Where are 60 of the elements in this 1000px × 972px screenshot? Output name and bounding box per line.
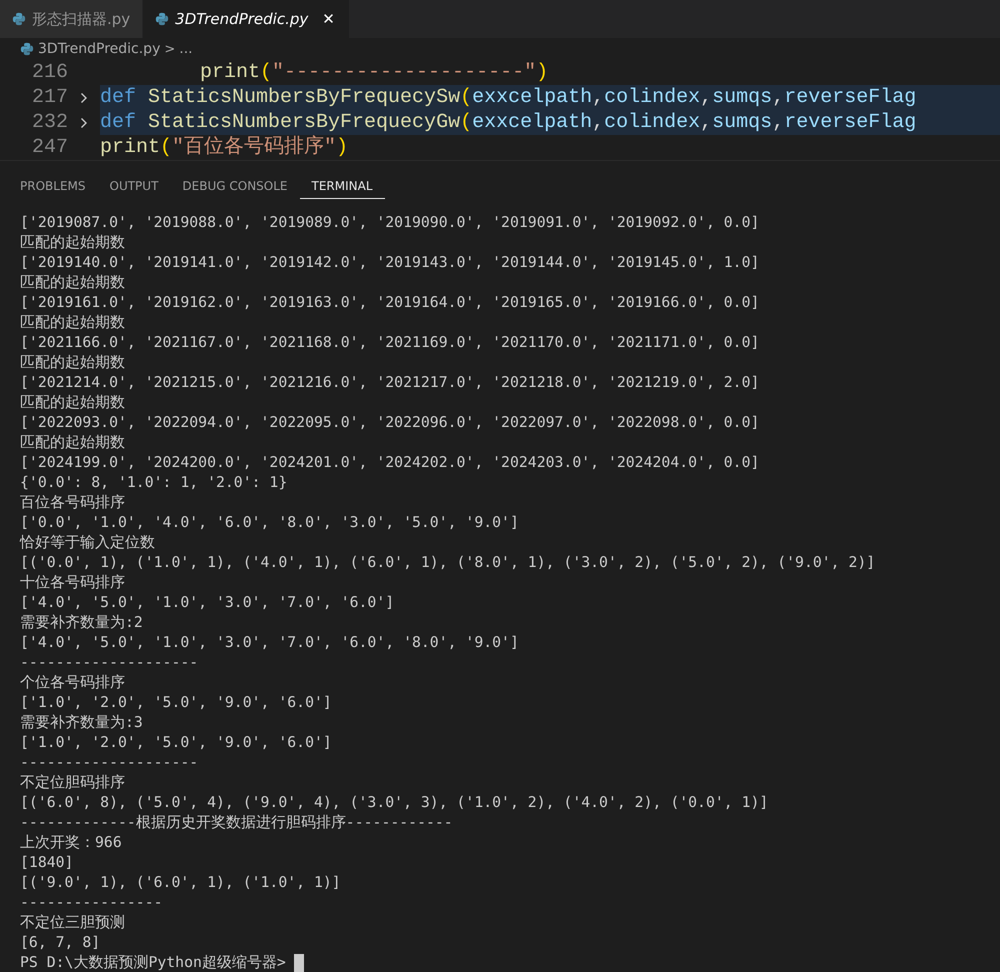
terminal-line: ['2019087.0', '2019088.0', '2019089.0', '2019090.0', '2019091.0', '2019092.0', 0.0] — [20, 213, 760, 233]
panel-tab[interactable]: DEBUG CONSOLE — [170, 173, 300, 199]
terminal-line: ['2021214.0', '2021215.0', '2021216.0', '2021217.0', '2021218.0', '2021219.0', 2.0] — [20, 373, 760, 393]
chevron-icon: > — [164, 42, 176, 56]
chevron-icon[interactable] — [80, 116, 88, 128]
terminal-line: ['1.0', '2.0', '5.0', '9.0', '6.0'] — [20, 733, 333, 753]
terminal-line: 需要补齐数量为:3 — [20, 713, 144, 733]
terminal-line: [('6.0', 8), ('5.0', 4), ('9.0', 4), ('3.0', 3), ('1.0', 2), ('4.0', 2), ('0.0', 1)] — [20, 793, 770, 813]
editor-tab[interactable]: 3DTrendPredic.py ✕ — [143, 0, 350, 38]
terminal-line: 匹配的起始期数 — [20, 313, 126, 333]
line-number: 217 — [30, 86, 68, 109]
terminal-line: ['4.0', '5.0', '1.0', '3.0', '7.0', '6.0', '8.0', '9.0'] — [20, 633, 520, 653]
terminal-line: 需要补齐数量为:2 — [20, 613, 144, 633]
terminal-line: 匹配的起始期数 — [20, 233, 126, 253]
terminal-line: -------------------- — [20, 653, 200, 673]
terminal-line: ['2021166.0', '2021167.0', '2021168.0', '2021169.0', '2021170.0', '2021171.0', 0.0] — [20, 333, 760, 353]
terminal-line: ---------------- — [20, 893, 164, 913]
python-file-icon — [12, 12, 26, 26]
terminal-line: 匹配的起始期数 — [20, 433, 126, 453]
terminal-line: {'0.0': 8, '1.0': 1, '2.0': 1} — [20, 473, 288, 493]
code-line: print("--------------------") — [199, 60, 548, 85]
terminal-line: ['2019140.0', '2019141.0', '2019142.0', '2019143.0', '2019144.0', '2019145.0', 1.0] — [20, 253, 760, 273]
terminal-line: -------------------- — [20, 753, 200, 773]
breadcrumb-item[interactable]: 3DTrendPredic.py — [38, 41, 160, 57]
terminal-line: 不定位胆码排序 — [20, 773, 126, 793]
terminal-line: ['1.0', '2.0', '5.0', '9.0', '6.0'] — [20, 693, 333, 713]
terminal-line: [('0.0', 1), ('1.0', 1), ('4.0', 1), ('6.0', 1), ('8.0', 1), ('3.0', 2), ('5.0', 2), ('9.0', 2)] — [20, 553, 876, 573]
terminal-line: [6, 7, 8] — [20, 933, 102, 953]
python-file-icon — [20, 42, 34, 56]
terminal-prompt: PS D:\大数据预测Python超级缩号器> — [20, 953, 286, 972]
panel-tab[interactable]: PROBLEMS — [8, 173, 98, 199]
cursor — [294, 954, 304, 972]
terminal-line: 恰好等于输入定位数 — [20, 533, 156, 553]
terminal-line: -------------根据历史开奖数据进行胆码排序------------ — [20, 813, 454, 833]
terminal-line: [1840] — [20, 853, 74, 873]
code-line: print("百位各号码排序") — [100, 135, 348, 160]
terminal-line: 匹配的起始期数 — [20, 273, 126, 293]
close-icon[interactable]: ✕ — [322, 10, 335, 28]
terminal-line: 不定位三胆预测 — [20, 913, 126, 933]
terminal-line: ['2024199.0', '2024200.0', '2024201.0', '2024202.0', '2024203.0', '2024204.0', 0.0] — [20, 453, 760, 473]
chevron-icon[interactable] — [80, 92, 88, 104]
terminal-line: 上次开奖：966 — [20, 833, 123, 853]
panel-tab[interactable]: OUTPUT — [98, 173, 170, 199]
line-number: 232 — [30, 111, 68, 134]
line-number: 247 — [30, 136, 68, 159]
terminal-line: [('9.0', 1), ('6.0', 1), ('1.0', 1)] — [20, 873, 342, 893]
breadcrumb-item[interactable]: ... — [179, 41, 193, 57]
terminal-line: ['4.0', '5.0', '1.0', '3.0', '7.0', '6.0'] — [20, 593, 396, 613]
editor-tab[interactable]: 形态扫描器.py — [0, 0, 144, 38]
terminal-line: 百位各号码排序 — [20, 493, 126, 513]
terminal-line: 十位各号码排序 — [20, 573, 126, 593]
terminal-line: ['0.0', '1.0', '4.0', '6.0', '8.0', '3.0', '5.0', '9.0'] — [20, 513, 520, 533]
panel-tab[interactable]: TERMINAL — [300, 173, 385, 199]
terminal-line: 匹配的起始期数 — [20, 393, 126, 413]
line-number: 216 — [30, 61, 68, 84]
terminal-line: ['2019161.0', '2019162.0', '2019163.0', '2019164.0', '2019165.0', '2019166.0', 0.0] — [20, 293, 760, 313]
terminal-line: ['2022093.0', '2022094.0', '2022095.0', '2022096.0', '2022097.0', '2022098.0', 0.0] — [20, 413, 760, 433]
terminal-line: 个位各号码排序 — [20, 673, 126, 693]
python-file-icon — [155, 12, 170, 26]
terminal-line: 匹配的起始期数 — [20, 353, 126, 373]
